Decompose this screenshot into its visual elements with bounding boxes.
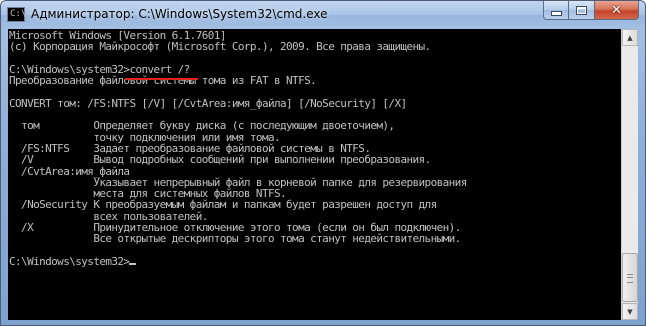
scroll-up-button[interactable]: ▲ xyxy=(622,29,638,46)
maximize-icon xyxy=(576,5,587,15)
console-text: Microsoft Windows [Version 6.1.7601] (c) … xyxy=(8,29,621,268)
cmd-icon-glyph: C:\ xyxy=(10,9,27,19)
console-line: CONVERT том: /FS:NTFS [/V] [/CvtArea:имя… xyxy=(9,96,407,110)
console-line: Все открытые дескрипторы этого тома стан… xyxy=(9,232,461,246)
arrow-down-icon: ▼ xyxy=(627,307,633,316)
minimize-icon xyxy=(550,11,562,16)
console-line: Преобразование файловой системы тома из … xyxy=(9,74,317,88)
console-output[interactable]: Microsoft Windows [Version 6.1.7601] (c) … xyxy=(8,29,621,320)
text-cursor xyxy=(129,262,137,265)
title-bar[interactable]: C:\ Администратор: C:\Windows\System32\c… xyxy=(1,1,645,29)
close-icon: ✕ xyxy=(611,2,622,18)
caption-buttons: ✕ xyxy=(543,1,639,21)
cmd-window-icon[interactable]: C:\ xyxy=(7,7,27,22)
console-line: (c) Корпорация Майкрософт (Microsoft Cor… xyxy=(9,40,431,54)
arrow-up-icon: ▲ xyxy=(627,33,633,42)
console-line: том Определяет букву диска (с последующи… xyxy=(9,119,395,133)
window-title: Администратор: C:\Windows\System32\cmd.e… xyxy=(31,7,328,21)
grip-icon xyxy=(627,274,633,283)
vertical-scrollbar[interactable]: ▲ ▼ xyxy=(621,29,638,320)
cmd-window: C:\ Администратор: C:\Windows\System32\c… xyxy=(0,0,646,326)
scroll-thumb[interactable] xyxy=(622,253,638,302)
scroll-down-button[interactable]: ▼ xyxy=(622,303,638,320)
highlighted-command: convert /? xyxy=(129,62,190,76)
maximize-button[interactable] xyxy=(569,1,595,20)
minimize-button[interactable] xyxy=(543,1,569,20)
close-button[interactable]: ✕ xyxy=(595,1,639,20)
console-line: C:\Windows\system32> xyxy=(9,256,621,267)
console-line: /V Вывод подробных сообщений при выполне… xyxy=(9,153,431,167)
